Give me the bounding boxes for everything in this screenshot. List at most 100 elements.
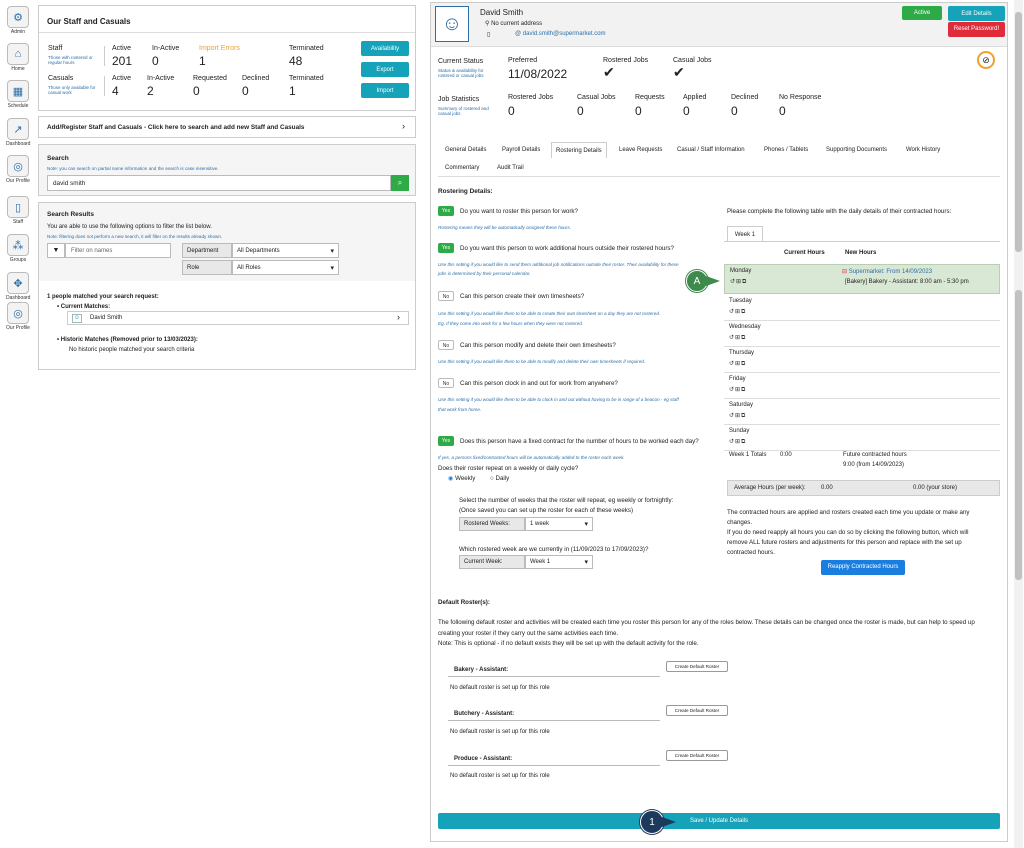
search-button[interactable]: ⌕: [391, 175, 409, 191]
tab-audit-trail[interactable]: Audit Trail: [493, 160, 528, 176]
tab-supporting-documents[interactable]: Supporting Documents: [822, 142, 891, 158]
contract-note-5: contracted hours.: [727, 549, 775, 556]
export-button[interactable]: Export: [361, 62, 409, 77]
casual-terminated-header: Terminated: [289, 75, 324, 82]
day-row-saturday[interactable]: Saturday ↺⊞⧉: [724, 399, 1000, 425]
create-default-roster-button[interactable]: Create Default Roster: [666, 750, 728, 761]
tab-payroll-details[interactable]: Payroll Details: [498, 142, 544, 158]
help-create-timesheets-2: Eg. If they come into work for a few hou…: [438, 321, 584, 326]
tab-week-1[interactable]: Week 1: [727, 226, 763, 242]
day-action-icons[interactable]: ↺⊞⧉: [729, 334, 746, 342]
import-button[interactable]: Import: [361, 83, 409, 98]
search-input[interactable]: david smith: [47, 175, 391, 191]
modify-timesheets-toggle[interactable]: No: [438, 340, 454, 350]
role-bakery-assistant: Bakery - Assistant:: [448, 663, 660, 677]
reapply-contracted-hours-button[interactable]: Reapply Contracted Hours: [821, 560, 905, 575]
day-row-wednesday[interactable]: Wednesday ↺⊞⧉: [724, 321, 1000, 347]
help-fixed-contract: If yes, a persons fixed/contracted hours…: [438, 455, 625, 460]
match-row[interactable]: ☺ David Smith ›: [67, 311, 409, 325]
tab-casual-staff-info[interactable]: Casual / Staff Information: [673, 142, 749, 158]
current-week-select[interactable]: Week 1: [525, 555, 593, 569]
sidebar-item-dashboard[interactable]: ↗ Dashboard: [6, 118, 30, 147]
scrollbar-thumb[interactable]: [1015, 12, 1022, 252]
staff-active-value: 201: [112, 54, 133, 68]
day-row-friday[interactable]: Friday ↺⊞⧉: [724, 373, 1000, 399]
daily-radio[interactable]: ○ Daily: [490, 475, 509, 482]
dashboard-icon: ↗: [7, 118, 29, 140]
sidebar-item-dashboard-2[interactable]: ✥ Dashboard: [6, 272, 30, 301]
casual-active-value: 4: [112, 84, 119, 98]
roster-work-toggle[interactable]: Yes: [438, 206, 454, 216]
sidebar-item-our-profile[interactable]: ◎ Our Profile: [6, 155, 30, 184]
monday-new-hours-link[interactable]: ⊟ Supermarket: From 14/09/2023: [842, 268, 932, 275]
staff-summary-panel: Our Staff and Casuals Staff Those with r…: [38, 5, 416, 111]
preferred-value: 11/08/2022: [508, 67, 568, 81]
staff-active-header: Active: [112, 45, 132, 52]
staff-terminated-value: 48: [289, 54, 303, 68]
day-row-monday[interactable]: Monday ↺⊞⧉ ⊟ Supermarket: From 14/09/202…: [724, 264, 1000, 294]
callout-1: 1: [640, 810, 664, 834]
tab-commentary[interactable]: Commentary: [441, 160, 483, 176]
rostering-title: Rostering Details:: [438, 188, 493, 195]
day-row-sunday[interactable]: Sunday ↺⊞⧉: [724, 425, 1000, 451]
map-pin-icon: ⚲: [485, 21, 490, 27]
staff-label: Staff: [48, 45, 63, 52]
create-timesheets-toggle[interactable]: No: [438, 291, 454, 301]
tab-work-history[interactable]: Work History: [902, 142, 944, 158]
tab-leave-requests[interactable]: Leave Requests: [615, 142, 666, 158]
weekly-radio[interactable]: ◉ Weekly: [448, 475, 475, 482]
add-register-bar[interactable]: Add/Register Staff and Casuals - Click h…: [38, 116, 416, 138]
fixed-contract-toggle[interactable]: Yes: [438, 436, 454, 446]
sidebar-item-groups[interactable]: ⁂ Groups: [6, 234, 30, 263]
avg-hours-value: 0.00: [821, 485, 833, 491]
historic-label: • Historic Matches (Removed prior to 13/…: [57, 337, 198, 343]
check-icon: ✔: [603, 64, 615, 80]
day-name: Saturday: [729, 402, 754, 408]
radio-checked-icon: ◉: [448, 475, 454, 482]
day-action-icons[interactable]: ↺⊞⧉: [729, 308, 746, 316]
sidebar-item-home[interactable]: ⌂ Home: [6, 43, 30, 72]
active-toggle[interactable]: Active: [902, 6, 942, 20]
tab-rostering-details[interactable]: Rostering Details: [551, 142, 607, 158]
sidebar-item-staff[interactable]: ▯ Staff: [6, 196, 30, 225]
casual-declined-header: Declined: [242, 75, 270, 82]
department-select[interactable]: All Departments: [232, 243, 339, 258]
no-default-roster-text: No default roster is set up for this rol…: [450, 773, 550, 779]
sidebar-item-schedule[interactable]: ▦ Schedule: [6, 80, 30, 109]
job-stats-sub: Summary of rostered and casual jobs: [438, 106, 489, 116]
help-modify-timesheets: Use this setting if you would like them …: [438, 359, 646, 364]
save-update-button[interactable]: Save / Update Details: [438, 813, 1000, 829]
scrollbar-thumb-2[interactable]: [1015, 290, 1022, 580]
day-action-icons[interactable]: ↺⊞⧉: [729, 386, 746, 394]
email-link[interactable]: @ david.smith@supermarket.com: [515, 31, 606, 37]
day-action-icons[interactable]: ↺⊞⧉: [730, 278, 747, 286]
edit-details-button[interactable]: Edit Details: [948, 6, 1005, 21]
day-action-icons[interactable]: ↺⊞⧉: [729, 360, 746, 368]
clock-anywhere-toggle[interactable]: No: [438, 378, 454, 388]
future-contracted-label: Future contracted hours: [843, 452, 907, 458]
role-select[interactable]: All Roles: [232, 260, 339, 275]
default-roster-title: Default Roster(s):: [438, 599, 490, 606]
contract-note-2: changes.: [727, 519, 753, 526]
rostered-weeks-select[interactable]: 1 week: [525, 517, 593, 531]
create-default-roster-button[interactable]: Create Default Roster: [666, 705, 728, 716]
filter-names-input[interactable]: Filter on names: [65, 243, 171, 258]
reset-password-button[interactable]: Reset Password!: [948, 22, 1005, 37]
day-action-icons[interactable]: ↺⊞⧉: [729, 412, 746, 420]
current-week-question: Which rostered week are we currently in …: [459, 546, 649, 553]
tab-general-details[interactable]: General Details: [441, 142, 490, 158]
availability-button[interactable]: Availability: [361, 41, 409, 56]
day-action-icons[interactable]: ↺⊞⧉: [729, 438, 746, 446]
help-roster-work: Rostering means they will be automatical…: [438, 225, 572, 230]
col-current-hours: Current Hours: [784, 250, 825, 256]
tab-phones-tablets[interactable]: Phones / Tablets: [760, 142, 812, 158]
future-contracted-value: 9:00 (from 14/09/2023): [843, 462, 905, 468]
staff-import-errors-header[interactable]: Import Errors: [199, 45, 240, 52]
sidebar-item-admin[interactable]: ⚙ Admin: [6, 6, 30, 35]
additional-hours-toggle[interactable]: Yes: [438, 243, 454, 253]
results-title: Search Results: [47, 211, 94, 218]
create-default-roster-button[interactable]: Create Default Roster: [666, 661, 728, 672]
day-row-tuesday[interactable]: Tuesday ↺⊞⧉: [724, 295, 1000, 321]
day-row-thursday[interactable]: Thursday ↺⊞⧉: [724, 347, 1000, 373]
sidebar-item-our-profile-2[interactable]: ◎ Our Profile: [6, 302, 30, 331]
